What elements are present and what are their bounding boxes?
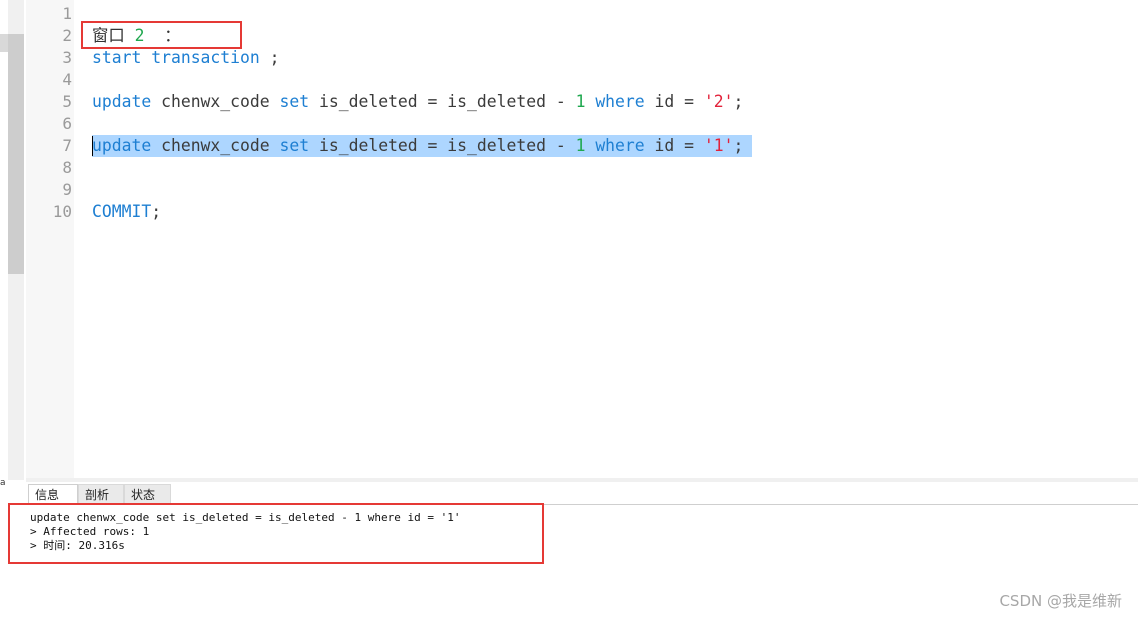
code-text: id = bbox=[644, 92, 704, 111]
tab-profile[interactable]: 剖析 bbox=[78, 484, 124, 504]
tab-info[interactable]: 信息 bbox=[28, 484, 78, 504]
annotation-box-window-label bbox=[81, 21, 242, 49]
line-number: 7 bbox=[62, 136, 72, 155]
code-line-3[interactable]: start transaction ; bbox=[92, 47, 280, 69]
left-edge-char: a bbox=[0, 478, 6, 488]
code-text: ; bbox=[259, 48, 280, 67]
string-literal: '2' bbox=[703, 92, 734, 111]
code-text: ; bbox=[151, 202, 162, 221]
number-literal: 1 bbox=[575, 92, 586, 111]
line-number: 9 bbox=[62, 180, 72, 199]
code-text: is_deleted = is_deleted - bbox=[309, 92, 576, 111]
code-line-7[interactable]: update chenwx_code set is_deleted = is_d… bbox=[92, 135, 743, 157]
line-number: 1 bbox=[62, 4, 72, 23]
line-number: 3 bbox=[62, 48, 72, 67]
watermark: CSDN @我是维新 bbox=[999, 592, 1122, 610]
code-text: ; bbox=[733, 92, 744, 111]
keyword: update bbox=[92, 92, 152, 111]
code-line-10[interactable]: COMMIT; bbox=[92, 201, 161, 223]
keyword: set bbox=[279, 136, 310, 155]
line-number-gutter: 1 2 3 4 5 6 7 8 9 10 bbox=[26, 0, 74, 478]
code-text: chenwx_code bbox=[151, 92, 280, 111]
line-number: 2 bbox=[62, 26, 72, 45]
code-text: ; bbox=[733, 136, 744, 155]
keyword: where bbox=[595, 136, 645, 155]
code-text: id = bbox=[644, 136, 704, 155]
tab-status[interactable]: 状态 bbox=[124, 484, 171, 504]
keyword: COMMIT bbox=[92, 202, 152, 221]
editor-scrollbar-thumb[interactable] bbox=[8, 34, 24, 274]
keyword: update bbox=[92, 136, 152, 155]
line-number: 5 bbox=[62, 92, 72, 111]
keyword: where bbox=[595, 92, 645, 111]
number-literal: 1 bbox=[575, 136, 586, 155]
string-literal: '1' bbox=[703, 136, 734, 155]
line-number: 6 bbox=[62, 114, 72, 133]
sql-editor[interactable]: 窗口 2 ： start transaction ; update chenwx… bbox=[74, 0, 1138, 478]
text-cursor bbox=[92, 136, 93, 156]
result-tabs: 信息 剖析 状态 bbox=[26, 482, 1138, 504]
line-number: 10 bbox=[52, 202, 72, 221]
code-line-5[interactable]: update chenwx_code set is_deleted = is_d… bbox=[92, 91, 743, 113]
keyword: start bbox=[92, 48, 142, 67]
line-number: 8 bbox=[62, 158, 72, 177]
annotation-box-output bbox=[8, 503, 544, 564]
keyword: set bbox=[279, 92, 310, 111]
code-text: chenwx_code bbox=[151, 136, 280, 155]
code-text: is_deleted = is_deleted - bbox=[309, 136, 576, 155]
keyword: transaction bbox=[151, 48, 260, 67]
left-edge-thumb bbox=[0, 34, 8, 52]
line-number: 4 bbox=[62, 70, 72, 89]
